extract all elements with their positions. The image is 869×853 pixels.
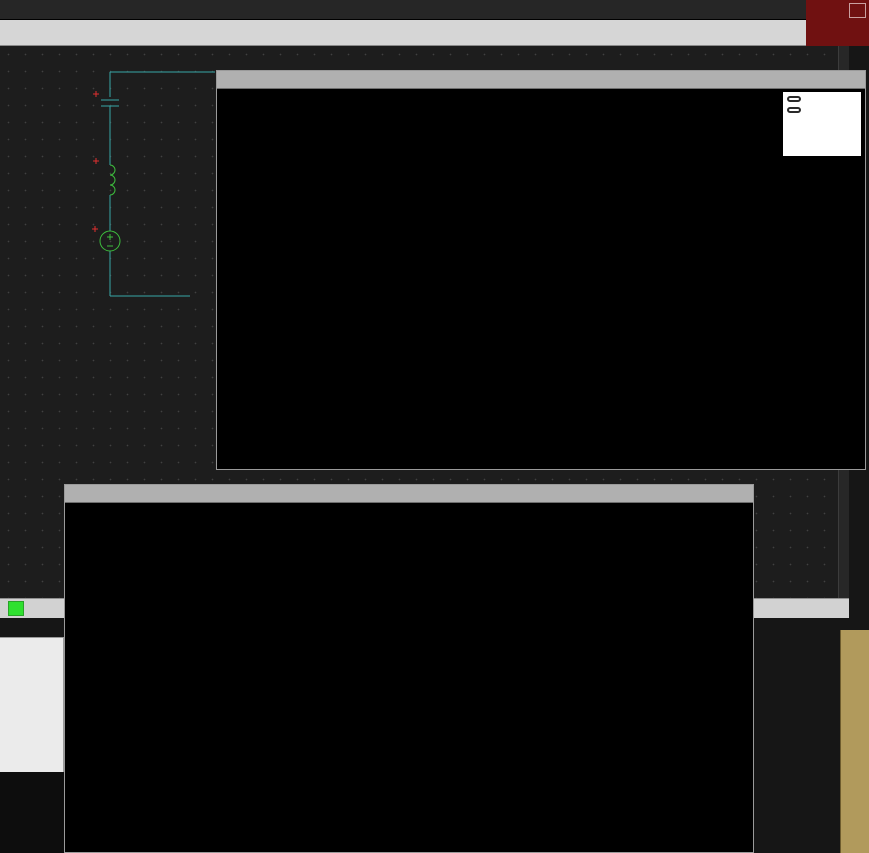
waveform-window <box>216 70 866 470</box>
legend-line-c <box>454 106 490 108</box>
desktop <box>0 0 869 853</box>
legend-line-b <box>245 115 285 117</box>
xschem-menubar <box>0 20 849 46</box>
background-window <box>840 630 869 853</box>
waveform-titlebar[interactable] <box>217 71 865 89</box>
pin-plus-marks <box>92 91 99 232</box>
ngspice-terminal[interactable] <box>65 503 753 852</box>
background-window-titlebar <box>806 0 869 46</box>
background-terminal <box>0 772 64 853</box>
snap-value[interactable] <box>8 601 24 616</box>
quit-button[interactable] <box>787 96 801 102</box>
background-dialog <box>0 637 64 772</box>
wires <box>101 72 215 296</box>
plot-area <box>217 89 865 469</box>
ngspice-titlebar[interactable] <box>65 485 753 503</box>
hardcopy-button[interactable] <box>787 107 801 113</box>
plot-button-panel <box>783 92 861 156</box>
xschem-titlebar[interactable] <box>0 0 849 20</box>
legend-line-a <box>454 123 490 125</box>
inductor-symbol[interactable] <box>110 165 115 195</box>
close-icon[interactable] <box>849 3 866 18</box>
waveform-canvas <box>251 149 747 425</box>
ngspice-window <box>64 484 754 853</box>
